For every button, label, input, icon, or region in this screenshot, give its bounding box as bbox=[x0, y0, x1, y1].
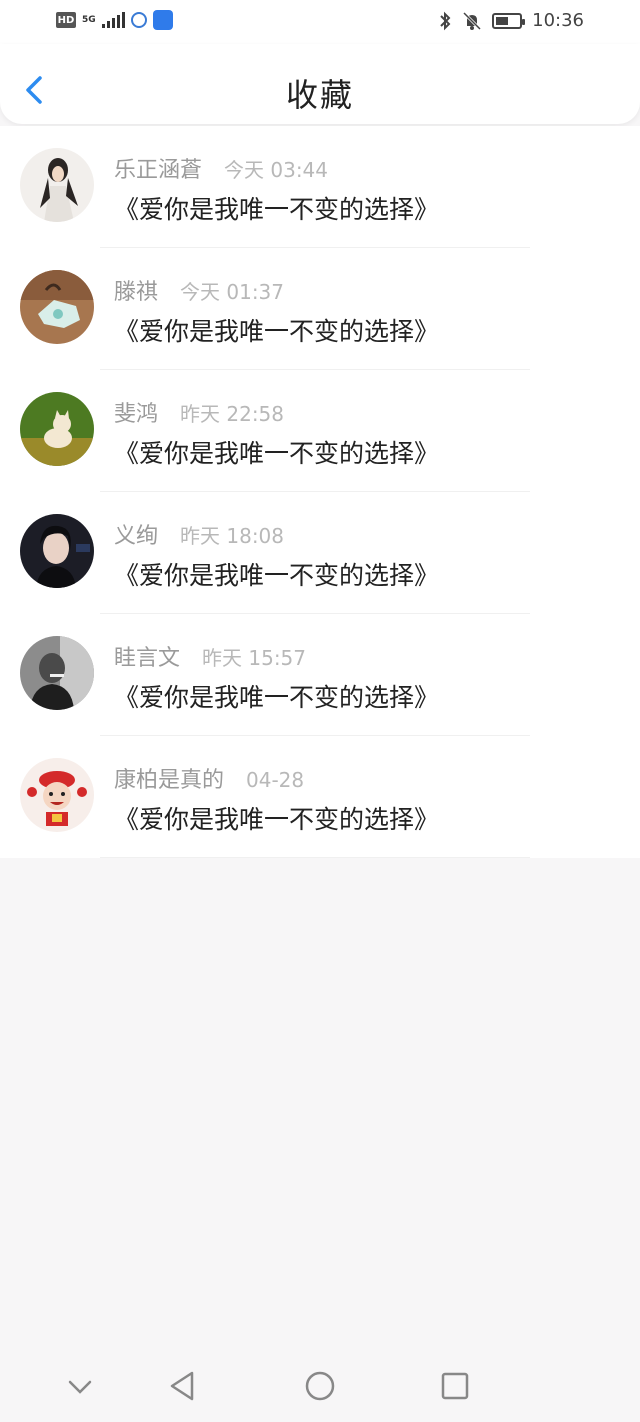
contact-name: 斐鸿 bbox=[114, 402, 159, 427]
list-item[interactable]: 滕祺 今天 01:37 《爱你是我唯一不变的选择》 bbox=[0, 248, 640, 370]
message-text: 《爱你是我唯一不变的选择》 bbox=[114, 317, 440, 346]
avatar bbox=[20, 758, 94, 832]
back-nav-button[interactable] bbox=[168, 1370, 198, 1406]
signal-icon bbox=[101, 12, 125, 28]
avatar bbox=[20, 148, 94, 222]
contact-name: 义绚 bbox=[114, 524, 159, 549]
timestamp: 昨天 18:08 bbox=[180, 524, 285, 548]
recents-square-icon bbox=[441, 1372, 469, 1400]
timestamp: 04-28 bbox=[246, 768, 305, 792]
network-type: 5G bbox=[82, 14, 96, 25]
collapse-icon bbox=[68, 1380, 92, 1394]
timestamp: 昨天 22:58 bbox=[180, 402, 285, 426]
divider bbox=[100, 857, 530, 858]
page-title: 收藏 bbox=[285, 76, 354, 114]
recents-nav-button[interactable] bbox=[440, 1370, 470, 1406]
message-text: 《爱你是我唯一不变的选择》 bbox=[114, 439, 440, 468]
favorites-list: 乐正涵蒼 今天 03:44 《爱你是我唯一不变的选择》 滕祺 今天 01:37 … bbox=[0, 126, 640, 858]
avatar bbox=[20, 270, 94, 344]
back-triangle-icon bbox=[170, 1371, 194, 1401]
app-store-icon bbox=[152, 10, 173, 30]
bluetooth-icon bbox=[440, 11, 451, 30]
avatar bbox=[20, 636, 94, 710]
mute-bell-icon bbox=[463, 11, 482, 30]
message-text: 《爱你是我唯一不变的选择》 bbox=[114, 805, 440, 834]
avatar bbox=[20, 392, 94, 466]
message-text: 《爱你是我唯一不变的选择》 bbox=[114, 683, 440, 712]
battery-icon bbox=[492, 12, 526, 29]
contact-name: 乐正涵蒼 bbox=[114, 158, 203, 183]
clock: 10:36 bbox=[532, 10, 584, 31]
status-bar: HD 5G 10:36 bbox=[0, 0, 640, 44]
list-item[interactable]: 斐鸿 昨天 22:58 《爱你是我唯一不变的选择》 bbox=[0, 370, 640, 492]
message-text: 《爱你是我唯一不变的选择》 bbox=[114, 561, 440, 590]
contact-name: 眭言文 bbox=[114, 646, 181, 671]
timestamp: 今天 03:44 bbox=[224, 158, 329, 182]
list-item[interactable]: 乐正涵蒼 今天 03:44 《爱你是我唯一不变的选择》 bbox=[0, 126, 640, 248]
home-nav-button[interactable] bbox=[304, 1370, 336, 1406]
list-item[interactable]: 眭言文 昨天 15:57 《爱你是我唯一不变的选择》 bbox=[0, 614, 640, 736]
header: 收藏 bbox=[0, 44, 640, 124]
iflytek-icon bbox=[130, 12, 147, 28]
contact-name: 康柏是真的 bbox=[114, 768, 225, 793]
timestamp: 今天 01:37 bbox=[180, 280, 285, 304]
home-circle-icon bbox=[305, 1371, 335, 1401]
list-item[interactable]: 康柏是真的 04-28 《爱你是我唯一不变的选择》 bbox=[0, 736, 640, 858]
hd-icon: HD bbox=[56, 12, 76, 28]
list-item[interactable]: 义绚 昨天 18:08 《爱你是我唯一不变的选择》 bbox=[0, 492, 640, 614]
contact-name: 滕祺 bbox=[114, 280, 159, 305]
timestamp: 昨天 15:57 bbox=[202, 646, 307, 670]
system-nav-bar bbox=[0, 1350, 640, 1422]
avatar bbox=[20, 514, 94, 588]
message-text: 《爱你是我唯一不变的选择》 bbox=[114, 195, 440, 224]
collapse-button[interactable] bbox=[66, 1370, 94, 1406]
